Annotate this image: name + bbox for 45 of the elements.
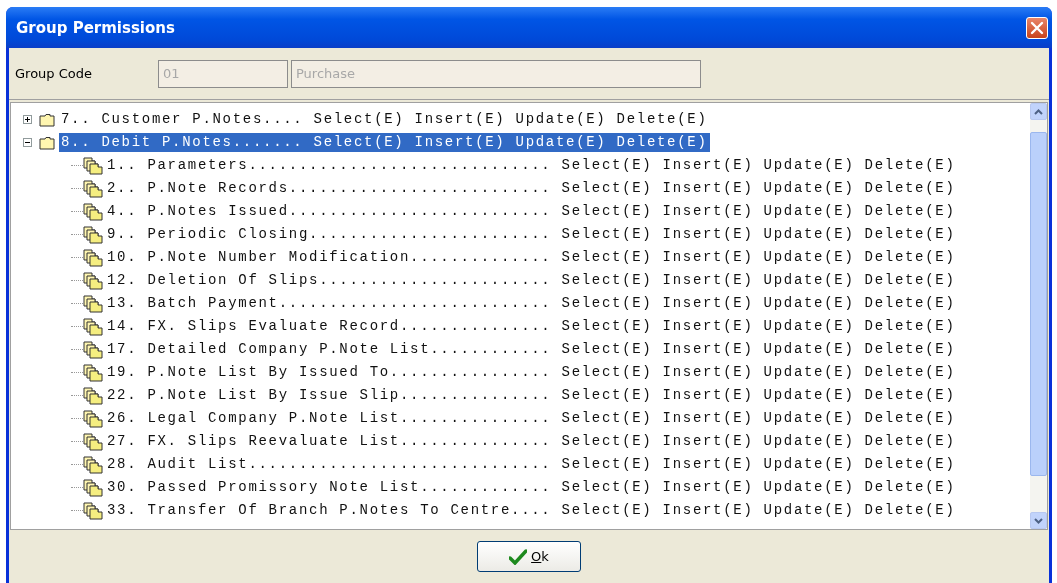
folders-icon <box>83 294 103 313</box>
tree-item[interactable]: 19. P.Note List By Issued To................ Select(E) Insert(E) Update(E) Delete(E) <box>105 363 958 382</box>
folders-icon <box>83 271 103 290</box>
folders-icon <box>83 156 103 175</box>
expander-icon[interactable] <box>23 115 32 124</box>
tree-item[interactable]: 22. P.Note List By Issue Slip............... Select(E) Insert(E) Update(E) Delete(E) <box>105 386 958 405</box>
folder-icon <box>39 135 55 150</box>
tree-item[interactable]: 13. Batch Payment........................... Select(E) Insert(E) Update(E) Delete(E) <box>105 294 958 313</box>
folders-icon <box>83 202 103 221</box>
tree-item[interactable]: 28. Audit List.............................. Select(E) Insert(E) Update(E) Delete(E) <box>105 455 958 474</box>
tree-item[interactable]: 12. Deletion Of Slips....................... Select(E) Insert(E) Update(E) Delete(E) <box>105 271 958 290</box>
folders-icon <box>83 248 103 267</box>
scrollbar[interactable] <box>1030 103 1047 529</box>
tree-item[interactable]: 9.. Periodic Closing........................ Select(E) Insert(E) Update(E) Delete(E) <box>105 225 958 244</box>
tree-item[interactable]: 27. FX. Slips Reevaluate List............... Select(E) Insert(E) Update(E) Delete(E) <box>105 432 958 451</box>
folders-icon <box>83 455 103 474</box>
folders-icon <box>83 386 103 405</box>
folders-icon <box>83 225 103 244</box>
tree-item[interactable]: 33. Transfer Of Branch P.Notes To Centre.... Select(E) Insert(E) Update(E) Delete(E) <box>105 501 958 520</box>
tree-item[interactable]: 8.. Debit P.Notes....... Select(E) Insert(E) Update(E) Delete(E) <box>59 133 710 152</box>
folder-icon <box>39 112 55 127</box>
folders-icon <box>83 432 103 451</box>
tree-item[interactable]: 14. FX. Slips Evaluate Record............... Select(E) Insert(E) Update(E) Delete(E) <box>105 317 958 336</box>
tree-item[interactable]: 7.. Customer P.Notes.... Select(E) Insert(E) Update(E) Delete(E) <box>59 110 710 129</box>
folders-icon <box>83 478 103 497</box>
folders-icon <box>83 340 103 359</box>
tree-item[interactable]: 30. Passed Promissory Note List............. Select(E) Insert(E) Update(E) Delete(E) <box>105 478 958 497</box>
field-label: Group Code <box>15 66 93 81</box>
tree-item[interactable]: 10. P.Note Number Modification.............. Select(E) Insert(E) Update(E) Delete(E) <box>105 248 958 267</box>
tree-item[interactable]: 26. Legal Company P.Note List............... Select(E) Insert(E) Update(E) Delete(E) <box>105 409 958 428</box>
close-button[interactable] <box>1026 16 1048 39</box>
folders-icon <box>83 179 103 198</box>
tree-item[interactable]: 2.. P.Note Records.......................... Select(E) Insert(E) Update(E) Delete(E) <box>105 179 958 198</box>
folders-icon <box>83 409 103 428</box>
tree-item[interactable]: 4.. P.Notes Issued.......................... Select(E) Insert(E) Update(E) Delete(E) <box>105 202 958 221</box>
window-title: Group Permissions <box>16 18 175 37</box>
folders-icon <box>83 501 103 520</box>
close-icon <box>1030 20 1044 35</box>
tree-item[interactable]: 17. Detailed Company P.Note List............ Select(E) Insert(E) Update(E) Delete(E) <box>105 340 958 359</box>
expander-icon[interactable] <box>23 138 32 147</box>
tree-item[interactable]: 1.. Parameters.............................. Select(E) Insert(E) Update(E) Delete(E) <box>105 156 958 175</box>
ok-button[interactable]: Ok <box>477 541 581 572</box>
folders-icon <box>83 363 103 382</box>
folders-icon <box>83 317 103 336</box>
checkmark-icon <box>509 548 528 565</box>
